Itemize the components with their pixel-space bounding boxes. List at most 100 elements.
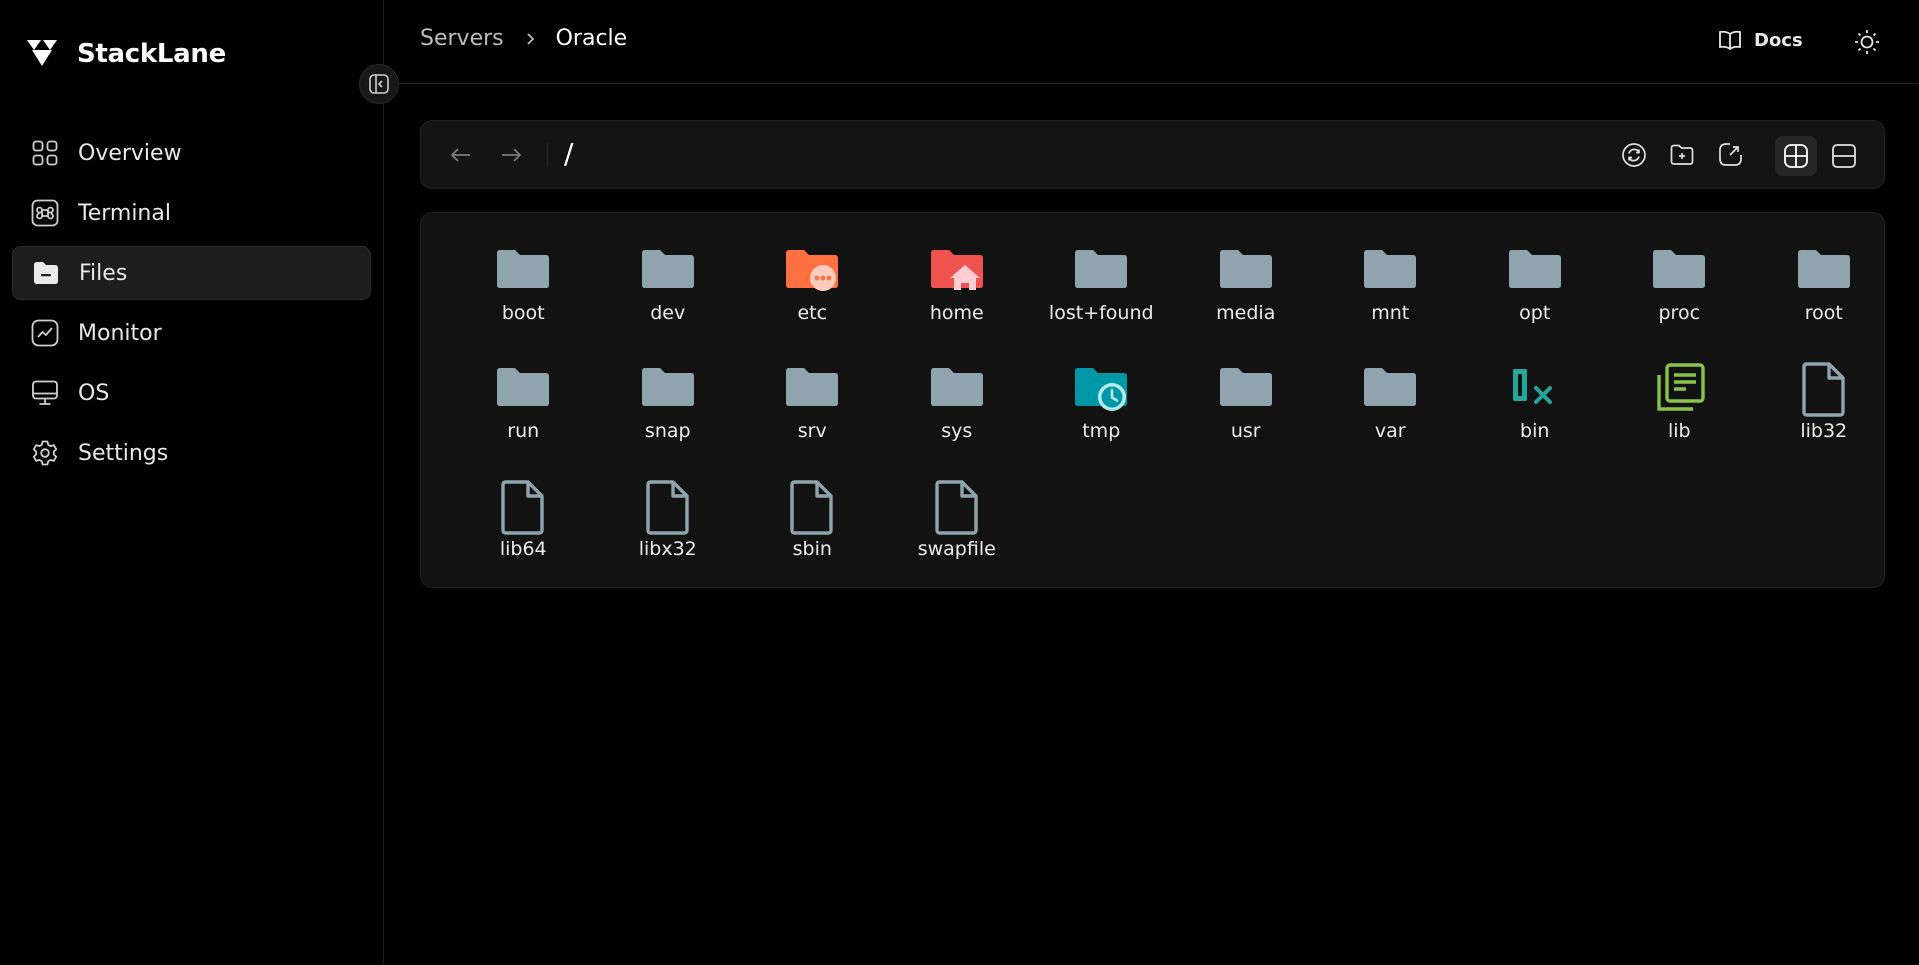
file-grid: boot dev etc home lost+found media mnt opt proc r… [451, 243, 1896, 597]
file-name: root [1804, 302, 1843, 324]
file-item-bin[interactable]: bin [1463, 361, 1608, 479]
folder-icon [1651, 243, 1707, 299]
file-icon [929, 479, 985, 535]
file-item-lost-found[interactable]: lost+found [1029, 243, 1174, 361]
sidebar: StackLane Overview Terminal Files Monito… [0, 0, 384, 965]
file-name: lib32 [1800, 420, 1848, 442]
sidebar-item-label: OS [78, 380, 110, 406]
file-name: etc [797, 302, 828, 324]
file-name: swapfile [917, 538, 996, 560]
file-item-mnt[interactable]: mnt [1318, 243, 1463, 361]
file-item-media[interactable]: media [1174, 243, 1319, 361]
gear-icon [30, 438, 60, 468]
file-item-opt[interactable]: opt [1463, 243, 1608, 361]
file-name: boot [501, 302, 545, 324]
grid-view-icon [1783, 143, 1809, 169]
upload-icon [1717, 142, 1743, 168]
file-item-run[interactable]: run [451, 361, 596, 479]
list-view-button[interactable] [1823, 136, 1865, 176]
file-name: srv [797, 420, 827, 442]
folder-home-icon [929, 243, 985, 299]
sidebar-item-settings[interactable]: Settings [12, 426, 371, 480]
folder-icon [1362, 243, 1418, 299]
folder-icon [1796, 243, 1852, 299]
file-item-sbin[interactable]: sbin [740, 479, 885, 597]
file-name: tmp [1082, 420, 1121, 442]
current-path[interactable]: / [564, 137, 573, 170]
folder-icon [929, 361, 985, 417]
sidebar-item-monitor[interactable]: Monitor [12, 306, 371, 360]
arrow-right-icon [498, 142, 524, 168]
file-item-libx32[interactable]: libx32 [596, 479, 741, 597]
sidebar-item-label: Files [79, 260, 128, 286]
chevron-right-icon [522, 31, 538, 47]
sidebar-item-files[interactable]: Files [12, 246, 371, 300]
file-name: proc [1658, 302, 1701, 324]
refresh-button[interactable] [1620, 141, 1648, 169]
new-folder-button[interactable] [1668, 141, 1696, 169]
upload-button[interactable] [1716, 141, 1744, 169]
file-name: usr [1230, 420, 1261, 442]
sidebar-item-os[interactable]: OS [12, 366, 371, 420]
folder-icon [495, 243, 551, 299]
file-icon [640, 479, 696, 535]
brand[interactable]: StackLane [26, 36, 226, 72]
file-item-snap[interactable]: snap [596, 361, 741, 479]
file-item-root[interactable]: root [1752, 243, 1897, 361]
top-header: Servers Oracle Docs [385, 0, 1919, 84]
file-name: lib64 [499, 538, 547, 560]
folder-icon [1073, 243, 1129, 299]
folder-icon [495, 361, 551, 417]
collapse-sidebar-button[interactable] [359, 64, 399, 104]
sidebar-item-label: Monitor [78, 320, 162, 346]
logo-icon [26, 36, 58, 72]
file-name: run [507, 420, 540, 442]
file-name: lost+found [1048, 302, 1154, 324]
file-item-lib[interactable]: lib [1607, 361, 1752, 479]
back-button[interactable] [447, 141, 475, 169]
folder-icon [1362, 361, 1418, 417]
file-item-boot[interactable]: boot [451, 243, 596, 361]
sidebar-item-label: Settings [78, 440, 169, 466]
file-name: bin [1520, 420, 1550, 442]
brand-name: StackLane [77, 39, 226, 69]
folder-icon [640, 361, 696, 417]
file-item-lib32[interactable]: lib32 [1752, 361, 1897, 479]
grid-view-button[interactable] [1775, 136, 1817, 176]
docs-link[interactable]: Docs [1718, 28, 1803, 52]
sidebar-nav: Overview Terminal Files Monitor OS Setti… [12, 126, 371, 486]
toolbar-divider [547, 143, 548, 167]
file-item-home[interactable]: home [885, 243, 1030, 361]
file-item-srv[interactable]: srv [740, 361, 885, 479]
folder-icon [1218, 243, 1274, 299]
docs-label: Docs [1754, 29, 1803, 51]
list-view-icon [1831, 143, 1857, 169]
file-item-swapfile[interactable]: swapfile [885, 479, 1030, 597]
breadcrumb-servers[interactable]: Servers [420, 26, 504, 51]
file-item-dev[interactable]: dev [596, 243, 741, 361]
forward-button[interactable] [497, 141, 525, 169]
sidebar-item-label: Overview [78, 140, 182, 166]
refresh-icon [1621, 142, 1647, 168]
file-name: libx32 [638, 538, 697, 560]
file-name: mnt [1371, 302, 1410, 324]
file-item-lib64[interactable]: lib64 [451, 479, 596, 597]
folder-icon [640, 243, 696, 299]
library-file-icon [1651, 361, 1707, 417]
file-item-var[interactable]: var [1318, 361, 1463, 479]
folder-plus-icon [1669, 142, 1695, 168]
sidebar-item-terminal[interactable]: Terminal [12, 186, 371, 240]
file-name: var [1374, 420, 1406, 442]
file-item-usr[interactable]: usr [1174, 361, 1319, 479]
theme-toggle-button[interactable] [1853, 28, 1881, 56]
command-icon [30, 198, 60, 228]
sun-icon [1853, 28, 1881, 56]
file-item-tmp[interactable]: tmp [1029, 361, 1174, 479]
file-item-proc[interactable]: proc [1607, 243, 1752, 361]
file-item-etc[interactable]: etc [740, 243, 885, 361]
file-name: sbin [792, 538, 832, 560]
file-icon [784, 479, 840, 535]
file-item-sys[interactable]: sys [885, 361, 1030, 479]
sidebar-item-overview[interactable]: Overview [12, 126, 371, 180]
chart-icon [30, 318, 60, 348]
